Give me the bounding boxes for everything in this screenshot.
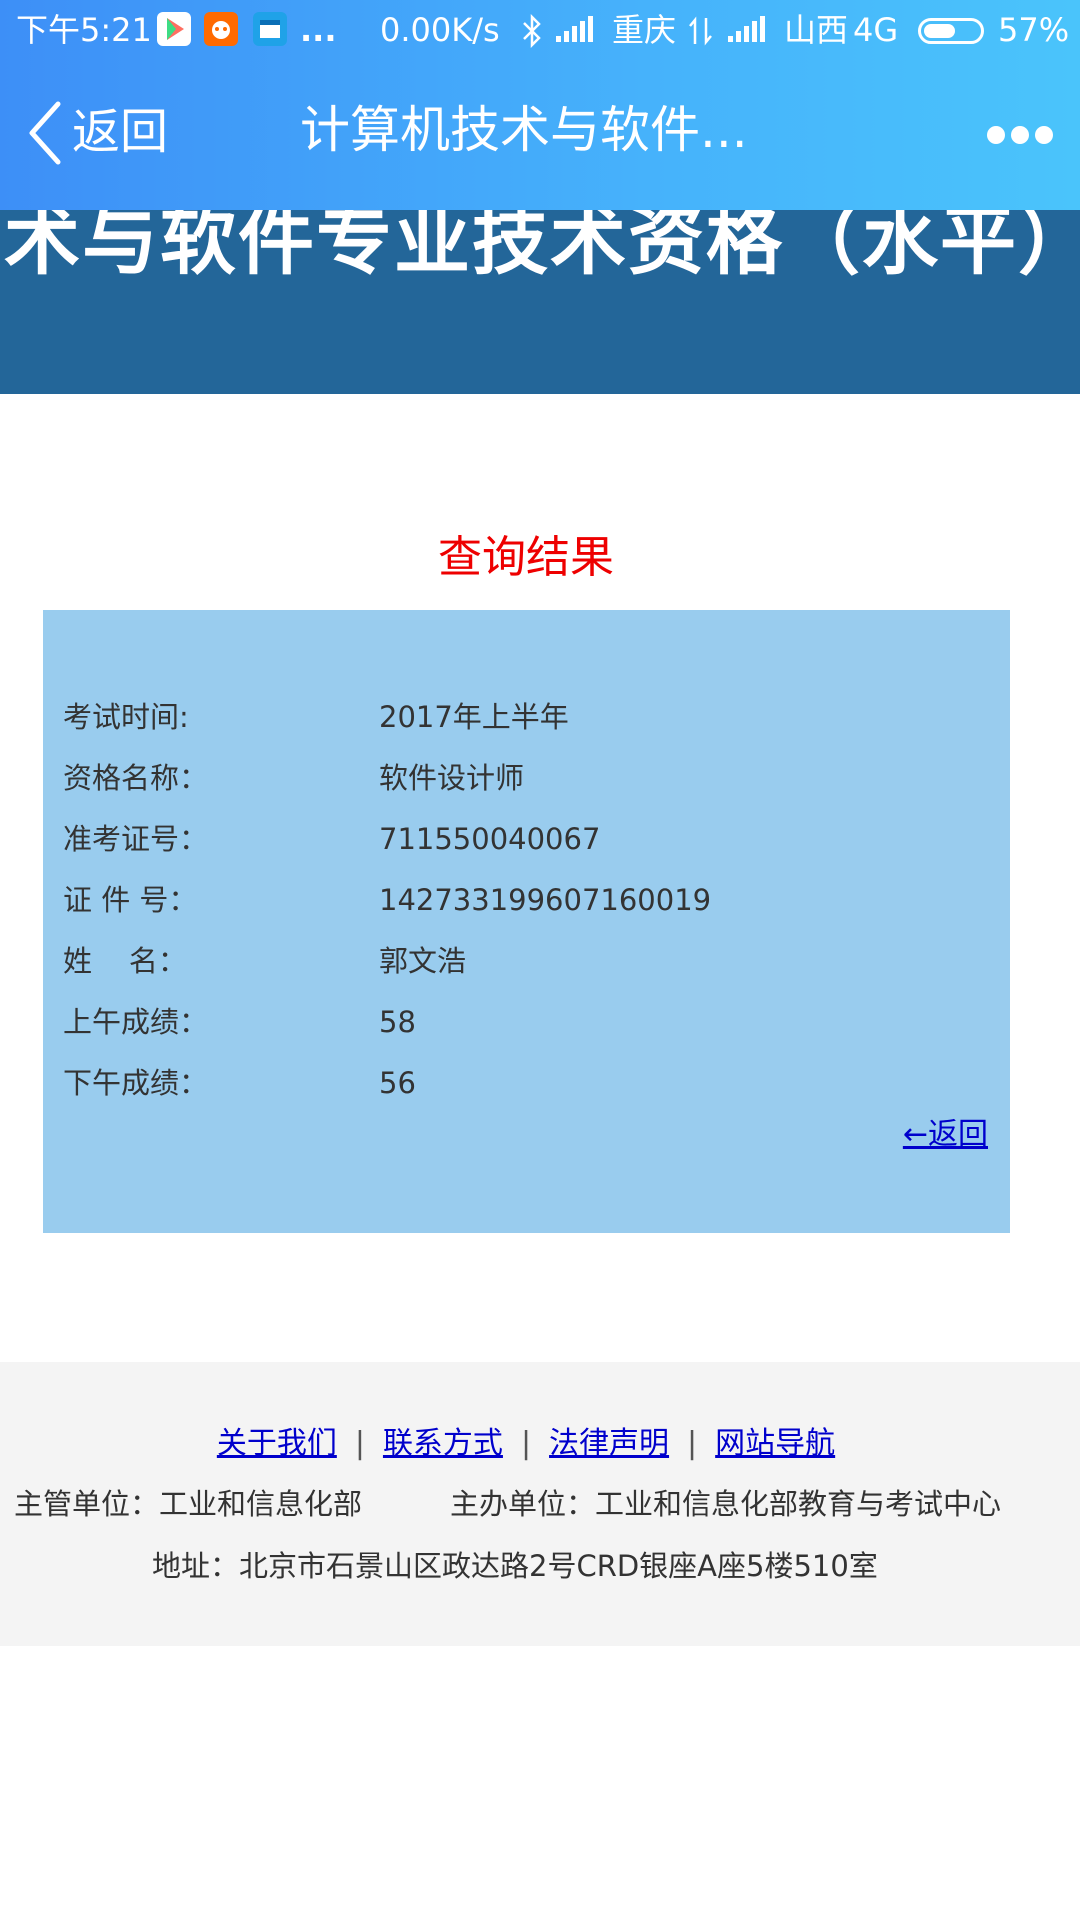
result-row: 资格名称： 软件设计师 (63, 753, 983, 803)
battery-percent: 57% (998, 11, 1070, 49)
result-back-link[interactable]: ←返回 (903, 1110, 988, 1160)
site-footer: 关于我们 | 联系方式 | 法律声明 | 网站导航 主管单位：工业和信息化部 主办单位：工业… (0, 1362, 1080, 1646)
result-heading: 查询结果 (438, 532, 614, 583)
footer-separator: | (520, 1426, 532, 1461)
row-label-id-number: 证 件 号： (63, 883, 198, 917)
carrier-1-label: 重庆 (612, 11, 677, 49)
calendar-app-icon (253, 12, 287, 46)
row-label-qualification: 资格名称： (63, 761, 209, 795)
banner-title: 术与软件专业技术资格（水平） (4, 210, 1080, 285)
site-banner: 术与软件专业技术资格（水平） (0, 210, 1080, 394)
footer-supervisor: 主管单位：工业和信息化部 (14, 1487, 363, 1521)
page-title: 计算机技术与软件... (300, 101, 748, 159)
footer-separator: | (687, 1426, 698, 1461)
battery-icon (918, 18, 984, 44)
status-more-indicator: ... (300, 11, 337, 49)
play-store-icon (157, 12, 191, 46)
battery-level-fill (924, 24, 955, 38)
row-value-id-number: 142733199607160019 (379, 883, 712, 917)
result-row: 证 件 号： 142733199607160019 (63, 875, 983, 925)
network-type: 4G (853, 11, 899, 49)
footer-links: 关于我们 | 联系方式 | 法律声明 | 网站导航 (0, 1414, 1052, 1474)
row-value-admission-number: 711550040067 (379, 822, 601, 856)
result-row: 准考证号： 711550040067 (63, 814, 983, 864)
row-label-admission-number: 准考证号： (63, 822, 209, 856)
row-value-exam-time: 2017年上半年 (379, 700, 569, 734)
app-header: 返回 计算机技术与软件... (0, 62, 1080, 210)
result-row: 考试时间: 2017年上半年 (63, 692, 983, 742)
fox-app-icon (204, 12, 238, 46)
result-panel: 考试时间: 2017年上半年 资格名称： 软件设计师 准考证号： 7115500… (43, 610, 1010, 1233)
back-button-label: 返回 (72, 104, 169, 160)
row-value-name: 郭文浩 (379, 944, 467, 978)
more-options-icon[interactable] (987, 126, 1053, 146)
signal-strength-icon (556, 16, 596, 42)
network-speed: 0.00K/s (380, 11, 500, 49)
row-value-qualification: 软件设计师 (379, 761, 525, 795)
status-time: 下午5:21 (16, 11, 152, 49)
row-label-afternoon-score: 下午成绩： (63, 1066, 209, 1100)
data-transfer-icon (689, 16, 712, 46)
footer-link-legal[interactable]: 法律声明 (549, 1426, 669, 1461)
footer-separator: | (354, 1426, 365, 1461)
row-value-morning-score: 58 (379, 1005, 416, 1039)
row-label-name: 姓 名： (63, 944, 187, 978)
result-row: 上午成绩： 58 (63, 997, 983, 1047)
footer-link-site-map[interactable]: 网站导航 (715, 1426, 835, 1461)
status-bar: 下午5:21 ... 0.00K/s 重庆 山西 4G 57% (0, 0, 1080, 62)
result-row: 下午成绩： 56 (63, 1058, 983, 1108)
row-label-exam-time: 考试时间: (63, 700, 189, 734)
footer-address: 地址：北京市石景山区政达路2号CRD银座A座5楼510室 (152, 1549, 878, 1583)
signal-strength-2-icon (728, 16, 768, 42)
bluetooth-icon (523, 14, 541, 48)
chevron-left-icon (29, 101, 61, 165)
row-value-afternoon-score: 56 (379, 1066, 416, 1100)
result-row: 姓 名： 郭文浩 (63, 936, 983, 986)
carrier-2-label: 山西 (784, 11, 849, 49)
footer-organizer: 主办单位：工业和信息化部教育与考试中心 (450, 1487, 1002, 1521)
footer-link-contact[interactable]: 联系方式 (383, 1426, 503, 1461)
row-label-morning-score: 上午成绩： (63, 1005, 209, 1039)
footer-link-about-us[interactable]: 关于我们 (217, 1426, 337, 1461)
